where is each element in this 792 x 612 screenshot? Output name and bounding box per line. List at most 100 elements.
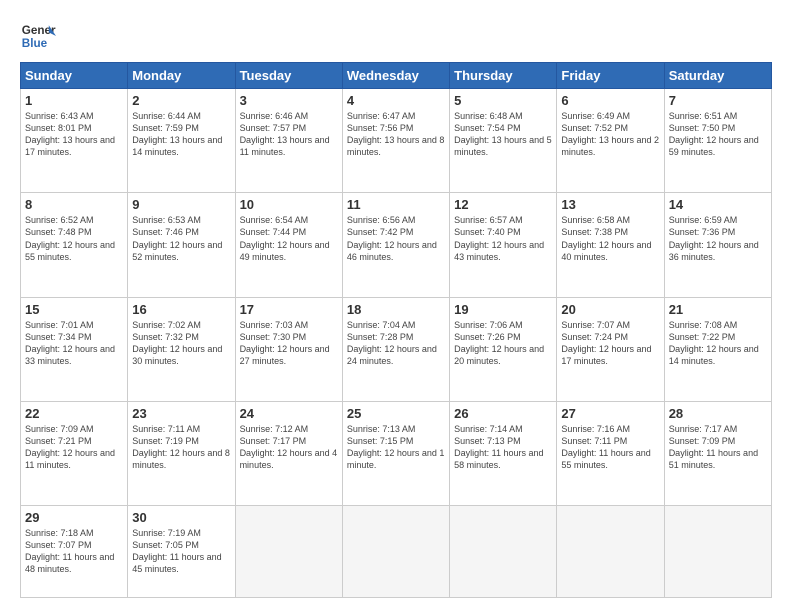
day-number: 19 [454,302,552,317]
day-number: 24 [240,406,338,421]
day-number: 2 [132,93,230,108]
weekday-header-thursday: Thursday [450,63,557,89]
weekday-header-saturday: Saturday [664,63,771,89]
day-info: Sunrise: 6:47 AMSunset: 7:56 PMDaylight:… [347,111,445,157]
logo: General Blue [20,18,56,54]
day-info: Sunrise: 7:11 AMSunset: 7:19 PMDaylight:… [132,424,230,470]
weekday-header-tuesday: Tuesday [235,63,342,89]
day-info: Sunrise: 7:19 AMSunset: 7:05 PMDaylight:… [132,528,221,574]
day-number: 9 [132,197,230,212]
calendar-cell: 24 Sunrise: 7:12 AMSunset: 7:17 PMDaylig… [235,401,342,505]
calendar-cell: 2 Sunrise: 6:44 AMSunset: 7:59 PMDayligh… [128,89,235,193]
calendar-cell: 23 Sunrise: 7:11 AMSunset: 7:19 PMDaylig… [128,401,235,505]
calendar-table: SundayMondayTuesdayWednesdayThursdayFrid… [20,62,772,598]
logo-icon: General Blue [20,18,56,54]
calendar-cell: 30 Sunrise: 7:19 AMSunset: 7:05 PMDaylig… [128,506,235,598]
day-info: Sunrise: 6:54 AMSunset: 7:44 PMDaylight:… [240,215,330,261]
calendar-cell [450,506,557,598]
day-info: Sunrise: 7:12 AMSunset: 7:17 PMDaylight:… [240,424,338,470]
day-number: 22 [25,406,123,421]
weekday-header-monday: Monday [128,63,235,89]
calendar-cell: 19 Sunrise: 7:06 AMSunset: 7:26 PMDaylig… [450,297,557,401]
day-info: Sunrise: 6:53 AMSunset: 7:46 PMDaylight:… [132,215,222,261]
day-number: 30 [132,510,230,525]
calendar-cell: 5 Sunrise: 6:48 AMSunset: 7:54 PMDayligh… [450,89,557,193]
day-info: Sunrise: 6:49 AMSunset: 7:52 PMDaylight:… [561,111,659,157]
day-number: 28 [669,406,767,421]
calendar-cell: 11 Sunrise: 6:56 AMSunset: 7:42 PMDaylig… [342,193,449,297]
calendar-week-1: 1 Sunrise: 6:43 AMSunset: 8:01 PMDayligh… [21,89,772,193]
calendar-cell: 9 Sunrise: 6:53 AMSunset: 7:46 PMDayligh… [128,193,235,297]
calendar-cell: 14 Sunrise: 6:59 AMSunset: 7:36 PMDaylig… [664,193,771,297]
svg-text:Blue: Blue [22,37,48,50]
day-info: Sunrise: 7:07 AMSunset: 7:24 PMDaylight:… [561,320,651,366]
calendar-cell: 8 Sunrise: 6:52 AMSunset: 7:48 PMDayligh… [21,193,128,297]
calendar-cell: 4 Sunrise: 6:47 AMSunset: 7:56 PMDayligh… [342,89,449,193]
day-info: Sunrise: 7:17 AMSunset: 7:09 PMDaylight:… [669,424,758,470]
day-info: Sunrise: 6:58 AMSunset: 7:38 PMDaylight:… [561,215,651,261]
day-number: 13 [561,197,659,212]
calendar-cell [557,506,664,598]
day-number: 18 [347,302,445,317]
day-info: Sunrise: 7:01 AMSunset: 7:34 PMDaylight:… [25,320,115,366]
day-number: 27 [561,406,659,421]
day-info: Sunrise: 7:16 AMSunset: 7:11 PMDaylight:… [561,424,650,470]
day-number: 3 [240,93,338,108]
day-number: 10 [240,197,338,212]
day-number: 14 [669,197,767,212]
day-number: 16 [132,302,230,317]
weekday-header-row: SundayMondayTuesdayWednesdayThursdayFrid… [21,63,772,89]
day-info: Sunrise: 7:18 AMSunset: 7:07 PMDaylight:… [25,528,114,574]
calendar-week-5: 29 Sunrise: 7:18 AMSunset: 7:07 PMDaylig… [21,506,772,598]
calendar-cell: 22 Sunrise: 7:09 AMSunset: 7:21 PMDaylig… [21,401,128,505]
day-info: Sunrise: 7:04 AMSunset: 7:28 PMDaylight:… [347,320,437,366]
calendar-cell: 6 Sunrise: 6:49 AMSunset: 7:52 PMDayligh… [557,89,664,193]
calendar-cell: 1 Sunrise: 6:43 AMSunset: 8:01 PMDayligh… [21,89,128,193]
day-info: Sunrise: 7:08 AMSunset: 7:22 PMDaylight:… [669,320,759,366]
weekday-header-friday: Friday [557,63,664,89]
day-info: Sunrise: 6:51 AMSunset: 7:50 PMDaylight:… [669,111,759,157]
day-info: Sunrise: 6:57 AMSunset: 7:40 PMDaylight:… [454,215,544,261]
day-number: 7 [669,93,767,108]
calendar-cell: 18 Sunrise: 7:04 AMSunset: 7:28 PMDaylig… [342,297,449,401]
calendar-cell: 12 Sunrise: 6:57 AMSunset: 7:40 PMDaylig… [450,193,557,297]
day-number: 17 [240,302,338,317]
day-info: Sunrise: 6:59 AMSunset: 7:36 PMDaylight:… [669,215,759,261]
day-number: 1 [25,93,123,108]
day-info: Sunrise: 6:43 AMSunset: 8:01 PMDaylight:… [25,111,115,157]
day-info: Sunrise: 6:46 AMSunset: 7:57 PMDaylight:… [240,111,330,157]
day-info: Sunrise: 6:44 AMSunset: 7:59 PMDaylight:… [132,111,222,157]
calendar-cell: 26 Sunrise: 7:14 AMSunset: 7:13 PMDaylig… [450,401,557,505]
day-info: Sunrise: 7:13 AMSunset: 7:15 PMDaylight:… [347,424,445,470]
calendar-cell: 3 Sunrise: 6:46 AMSunset: 7:57 PMDayligh… [235,89,342,193]
calendar-cell: 16 Sunrise: 7:02 AMSunset: 7:32 PMDaylig… [128,297,235,401]
day-number: 5 [454,93,552,108]
day-number: 25 [347,406,445,421]
calendar-cell: 25 Sunrise: 7:13 AMSunset: 7:15 PMDaylig… [342,401,449,505]
calendar-cell: 28 Sunrise: 7:17 AMSunset: 7:09 PMDaylig… [664,401,771,505]
calendar-week-4: 22 Sunrise: 7:09 AMSunset: 7:21 PMDaylig… [21,401,772,505]
calendar-cell: 15 Sunrise: 7:01 AMSunset: 7:34 PMDaylig… [21,297,128,401]
calendar-cell [664,506,771,598]
day-info: Sunrise: 6:52 AMSunset: 7:48 PMDaylight:… [25,215,115,261]
weekday-header-wednesday: Wednesday [342,63,449,89]
day-info: Sunrise: 6:48 AMSunset: 7:54 PMDaylight:… [454,111,552,157]
calendar-cell: 10 Sunrise: 6:54 AMSunset: 7:44 PMDaylig… [235,193,342,297]
day-info: Sunrise: 7:14 AMSunset: 7:13 PMDaylight:… [454,424,543,470]
day-info: Sunrise: 7:02 AMSunset: 7:32 PMDaylight:… [132,320,222,366]
calendar-week-3: 15 Sunrise: 7:01 AMSunset: 7:34 PMDaylig… [21,297,772,401]
calendar-cell: 17 Sunrise: 7:03 AMSunset: 7:30 PMDaylig… [235,297,342,401]
calendar-cell [235,506,342,598]
calendar-cell: 21 Sunrise: 7:08 AMSunset: 7:22 PMDaylig… [664,297,771,401]
day-number: 4 [347,93,445,108]
day-number: 26 [454,406,552,421]
day-info: Sunrise: 7:03 AMSunset: 7:30 PMDaylight:… [240,320,330,366]
page: General Blue SundayMondayTuesdayWednesda… [0,0,792,612]
day-number: 6 [561,93,659,108]
day-number: 12 [454,197,552,212]
header: General Blue [20,18,772,54]
calendar-cell: 29 Sunrise: 7:18 AMSunset: 7:07 PMDaylig… [21,506,128,598]
day-number: 11 [347,197,445,212]
weekday-header-sunday: Sunday [21,63,128,89]
day-number: 20 [561,302,659,317]
